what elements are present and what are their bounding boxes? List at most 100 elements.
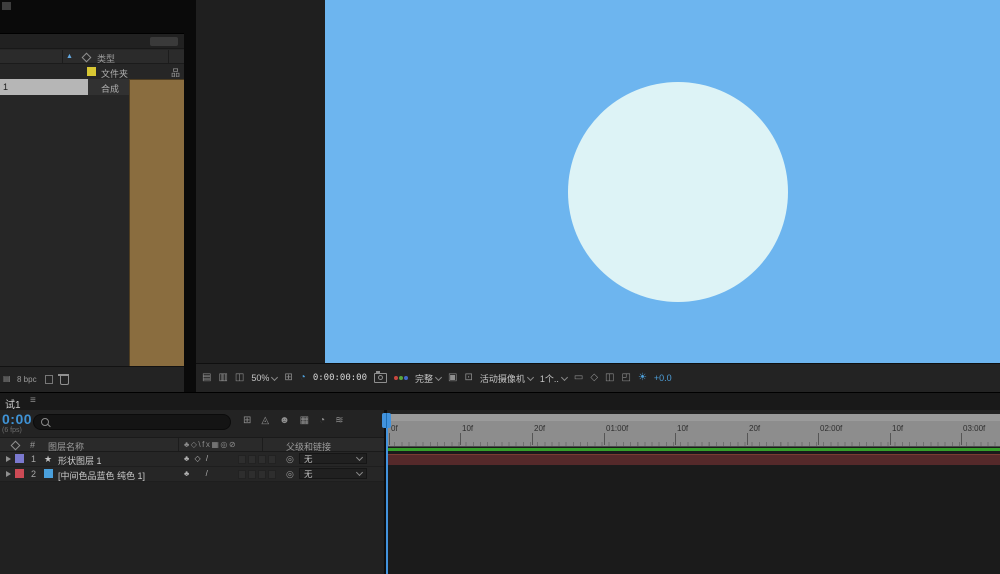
pickwhip-icon[interactable]: ◎: [286, 454, 294, 465]
parent-select[interactable]: 无: [299, 468, 367, 479]
chevron-down-icon: [271, 373, 278, 380]
parent-select[interactable]: 无: [299, 453, 367, 464]
hide-shy-layers-icon[interactable]: ☻: [279, 416, 290, 426]
layer-name[interactable]: 形状图层 1: [58, 454, 102, 467]
panel-button[interactable]: [150, 37, 178, 46]
flowchart-icon[interactable]: 品: [171, 66, 180, 79]
motion-blur-icon[interactable]: ◔: [319, 416, 325, 426]
layer-label-swatch[interactable]: [15, 469, 24, 478]
layer-label-swatch[interactable]: [15, 454, 24, 463]
transparency-grid-icon[interactable]: ⊡: [464, 373, 472, 383]
layer-row[interactable]: 2 [中间色品蓝色 纯色 1] ♣ / ◎ 无: [0, 467, 384, 482]
ruler-label: 01:00f: [606, 424, 628, 433]
label-column-icon[interactable]: [11, 441, 21, 451]
switches-column-header[interactable]: ♣◇\fx▦◎⊘: [184, 440, 237, 449]
layer-list-header: # 图层名称 ♣◇\fx▦◎⊘ 父级和链接: [0, 437, 384, 452]
composition-view[interactable]: [325, 0, 1000, 363]
timeline-tab[interactable]: 试1: [5, 396, 21, 411]
timeline-button-icon[interactable]: ◫: [605, 373, 614, 383]
playhead-handle[interactable]: [382, 413, 391, 428]
project-column-header: ▲ 类型: [0, 50, 184, 64]
shape-layer-ellipse[interactable]: [568, 82, 788, 302]
sort-asc-icon[interactable]: ▲: [66, 53, 73, 60]
target-region-icon[interactable]: ▣: [448, 373, 457, 383]
draft-3d-icon[interactable]: ◬: [261, 416, 269, 426]
grid-options-icon[interactable]: ⊞: [284, 373, 292, 383]
show-channels-icon[interactable]: [394, 376, 408, 380]
exposure-value[interactable]: +0.0: [654, 373, 672, 383]
solid-layer-icon: [44, 469, 53, 478]
current-time-display[interactable]: 0:00: [2, 411, 32, 427]
ruler-label: 20f: [534, 424, 545, 433]
ruler-label: 10f: [892, 424, 903, 433]
chevron-down-icon: [435, 373, 442, 380]
layer-name[interactable]: [中间色品蓝色 纯色 1]: [58, 469, 145, 482]
ruler-label: 20f: [749, 424, 760, 433]
label-column-icon[interactable]: [82, 53, 92, 63]
layer-switches[interactable]: ♣ /: [184, 469, 209, 478]
timeline-track-area[interactable]: [387, 447, 1000, 574]
fast-preview-icon[interactable]: ◇: [590, 373, 598, 383]
chevron-down-icon: [356, 454, 363, 461]
ruler-label: 10f: [462, 424, 473, 433]
flowchart-button-icon[interactable]: ◰: [622, 373, 631, 383]
camera-view-select[interactable]: 活动摄像机: [480, 372, 533, 385]
panel-divider[interactable]: [184, 0, 196, 392]
view-layout-select[interactable]: 1个..: [540, 372, 567, 385]
layer-duration-bar-2[interactable]: [387, 454, 1000, 465]
project-item-folder[interactable]: 文件夹 品: [0, 64, 184, 79]
resolution-select[interactable]: 完整: [415, 372, 441, 385]
item-name-edit-field[interactable]: 1: [0, 79, 88, 95]
parent-value: 无: [304, 468, 313, 480]
screen-mode-icon[interactable]: ▥: [218, 373, 227, 383]
preview-time-display[interactable]: 0:00:00:00: [313, 373, 367, 383]
item-type-label: 合成: [101, 82, 119, 95]
layer-search-input[interactable]: [33, 414, 231, 430]
composition-panel: ▤ ▥ ◫ 50% ⊞ ◔ 0:00:00:00 完整 ▣ ⊡ 活动摄像机: [196, 0, 1000, 392]
layer-row[interactable]: 1 ★ 形状图层 1 ♣ ◇ / ◎ 无: [0, 452, 384, 467]
chevron-down-icon: [356, 469, 363, 476]
window-corner-icon: [2, 2, 11, 10]
pickwhip-icon[interactable]: ◎: [286, 469, 294, 480]
viewer-toolbar: ▤ ▥ ◫ 50% ⊞ ◔ 0:00:00:00 完整 ▣ ⊡ 活动摄像机: [196, 363, 1000, 392]
exposure-icon[interactable]: ☀: [638, 373, 647, 383]
frame-blending-icon[interactable]: ▦: [300, 416, 309, 426]
panel-menu-icon[interactable]: ≡: [30, 396, 36, 406]
mini-flowchart-icon[interactable]: ⊞: [243, 416, 251, 426]
project-panel: ▲ 类型 文件夹 品 1 合成 ▤ 8 bpc: [0, 0, 184, 392]
layer-mode-boxes: [238, 470, 276, 479]
zoom-value: 50%: [251, 373, 269, 383]
time-navigator[interactable]: [387, 414, 1000, 421]
playhead-line[interactable]: [386, 413, 388, 574]
project-item-composition[interactable]: 1 合成: [0, 79, 184, 95]
shape-layer-icon: ★: [44, 454, 52, 465]
index-column-header[interactable]: #: [30, 440, 35, 450]
expand-arrow-icon[interactable]: [6, 456, 11, 462]
column-divider: [62, 50, 63, 63]
mask-visibility-icon[interactable]: ◔: [300, 373, 306, 383]
column-divider: [168, 50, 169, 63]
split-view-icon[interactable]: ◫: [235, 373, 244, 383]
ruler-label: 10f: [677, 424, 688, 433]
always-preview-icon[interactable]: ▤: [202, 373, 211, 383]
project-search-row: [0, 33, 184, 49]
ruler-label: 03:00f: [963, 424, 985, 433]
parent-value: 无: [304, 453, 313, 465]
layer-duration-bar-1[interactable]: [387, 448, 1000, 451]
camera-view-value: 活动摄像机: [480, 372, 525, 385]
layer-index: 2: [31, 469, 36, 479]
zoom-select[interactable]: 50%: [251, 373, 277, 383]
delete-icon[interactable]: [58, 373, 69, 386]
layer-mode-boxes: [238, 455, 276, 464]
graph-editor-icon[interactable]: ≋: [335, 416, 343, 426]
layer-index: 1: [31, 454, 36, 464]
layer-switches[interactable]: ♣ ◇ /: [184, 454, 210, 463]
pixel-aspect-icon[interactable]: ▭: [574, 373, 583, 383]
project-depth-icon[interactable]: ▤: [3, 375, 11, 383]
time-ruler[interactable]: 0f 10f 20f 01:00f 10f 20f 02:00f 10f 03:…: [387, 421, 1000, 447]
footer-box-icon[interactable]: [45, 375, 53, 384]
snapshot-camera-icon[interactable]: [374, 373, 387, 383]
expand-arrow-icon[interactable]: [6, 471, 11, 477]
after-effects-window: ▲ 类型 文件夹 品 1 合成 ▤ 8 bpc ▤ ▥ ◫: [0, 0, 1000, 574]
color-depth-label[interactable]: 8 bpc: [17, 375, 37, 384]
